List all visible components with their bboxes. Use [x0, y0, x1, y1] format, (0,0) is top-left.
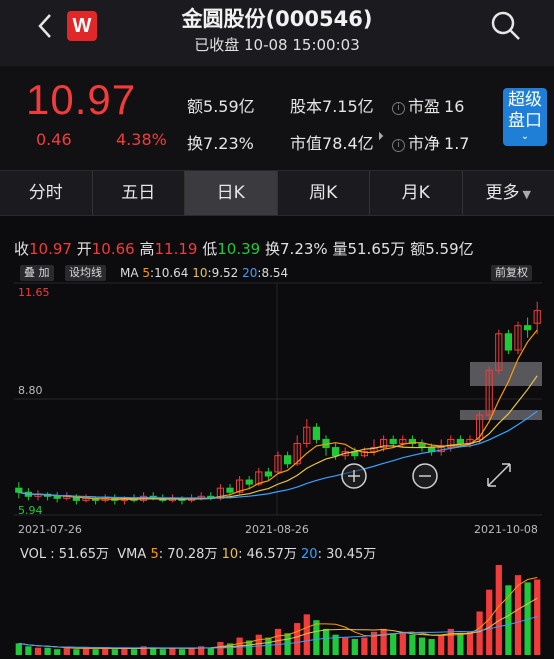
volume-bar [217, 641, 224, 655]
volume-bar [409, 634, 416, 655]
candle-body [331, 447, 340, 457]
volume-bar [92, 649, 99, 655]
volume-bar [351, 639, 358, 655]
volume-bar [25, 646, 32, 655]
candle-body [523, 325, 532, 331]
candle-body [15, 487, 23, 493]
fullscreen-icon[interactable] [487, 463, 511, 487]
volume-bar [294, 623, 301, 655]
ma5-line [18, 329, 538, 501]
y-axis-mid: 8.80 [18, 384, 43, 397]
volume-bar [505, 585, 512, 655]
volume-bar [73, 649, 80, 655]
resistance-zone [470, 362, 542, 386]
y-axis-bottom: 5.94 [18, 504, 43, 517]
volume-bar [322, 628, 330, 655]
candle-body [389, 438, 397, 444]
volume-bar [159, 649, 166, 655]
volume-bar [486, 589, 493, 655]
resistance-zone [460, 410, 542, 420]
volume-bar [130, 649, 138, 655]
volume-bar [418, 637, 426, 655]
volume-bar [399, 631, 406, 655]
candle-body [264, 471, 273, 477]
volume-bar [34, 647, 42, 655]
volume-bar [313, 620, 320, 655]
zoom-out-icon[interactable] [412, 463, 438, 489]
volume-bar [15, 643, 22, 655]
x-axis-end: 2021-10-08 [474, 523, 538, 536]
volume-bar [188, 647, 195, 655]
volume-bar [178, 649, 186, 655]
candle-body [504, 333, 513, 351]
volume-bar [265, 637, 272, 655]
volume-bar [342, 637, 349, 655]
volume-bar [457, 633, 464, 655]
volume-bar [438, 634, 445, 655]
candle-body [456, 438, 465, 444]
volume-bar [361, 637, 368, 655]
candle-body [53, 495, 61, 499]
volume-bar [274, 628, 282, 655]
volume-bar [63, 647, 70, 655]
candle-body [226, 487, 234, 493]
volume-bar [44, 647, 51, 655]
x-axis-mid: 2021-08-26 [245, 523, 309, 536]
volume-bar [255, 634, 262, 655]
volume-legend: VOL : 51.65万 VMA 5: 70.28万 10: 46.57万 20… [20, 547, 377, 562]
volume-bar [380, 628, 387, 655]
volume-bar [466, 631, 474, 655]
volume-bar [111, 649, 118, 655]
zoom-in-icon[interactable] [341, 463, 367, 489]
volume-bar [54, 649, 61, 655]
volume-bar [447, 628, 454, 655]
volume-bar [428, 639, 435, 655]
volume-bar [476, 611, 483, 655]
volume-bar [169, 647, 176, 655]
y-axis-top: 11.65 [18, 286, 50, 299]
candle-body [245, 479, 253, 485]
volume-bar [150, 647, 157, 655]
volume-bar [390, 633, 397, 655]
volume-bar [495, 565, 502, 655]
candle-body [283, 455, 292, 465]
x-axis-start: 2021-07-26 [18, 523, 82, 536]
candle-body [312, 426, 321, 440]
ma10-line [18, 375, 538, 500]
volume-bar [207, 647, 214, 655]
